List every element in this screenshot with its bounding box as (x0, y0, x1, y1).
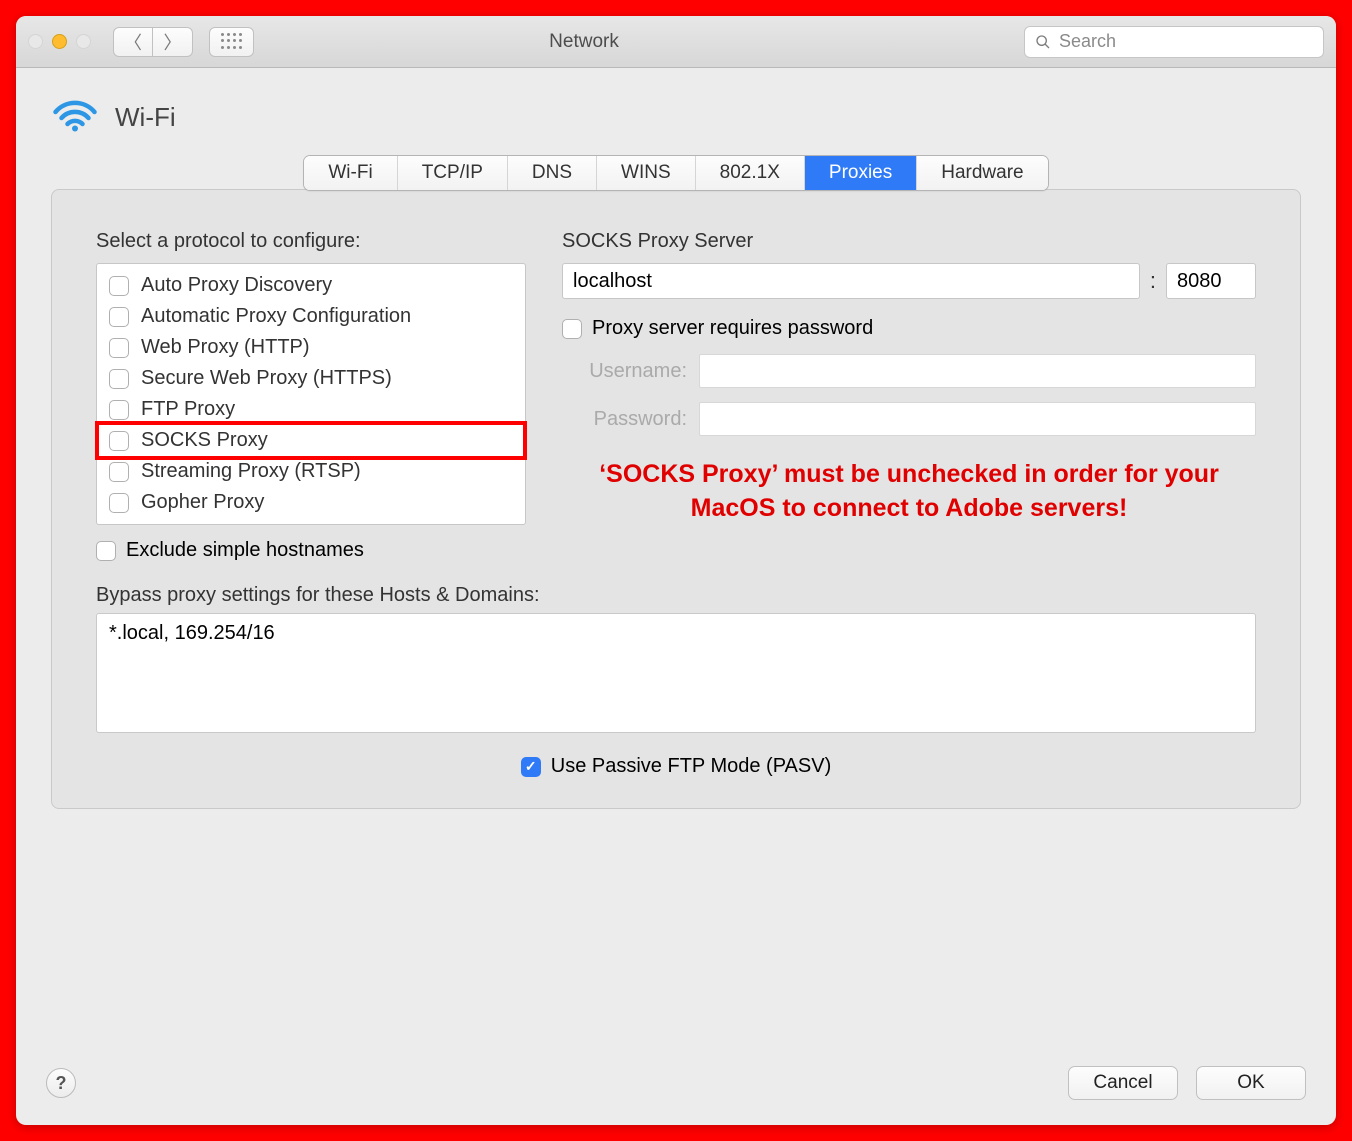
proxy-port-input[interactable]: 8080 (1166, 263, 1256, 299)
close-window-button[interactable] (28, 34, 43, 49)
protocol-list: Auto Proxy Discovery Automatic Proxy Conf… (96, 263, 526, 525)
exclude-hostnames-checkbox[interactable] (96, 541, 116, 561)
tab-proxies[interactable]: Proxies (805, 156, 917, 190)
protocol-checkbox[interactable] (109, 276, 129, 296)
minimize-window-button[interactable] (52, 34, 67, 49)
bypass-input[interactable]: *.local, 169.254/16 (96, 613, 1256, 733)
protocol-checkbox[interactable] (109, 431, 129, 451)
proxies-pane: Select a protocol to configure: Auto Pro… (51, 189, 1301, 809)
search-placeholder: Search (1059, 31, 1116, 52)
tab-dns[interactable]: DNS (508, 156, 597, 190)
protocol-label: SOCKS Proxy (141, 429, 268, 452)
annotation-text: ‘SOCKS Proxy’ must be unchecked in order… (562, 458, 1256, 526)
protocol-item-auto-proxy-discovery[interactable]: Auto Proxy Discovery (97, 270, 525, 301)
protocol-label: FTP Proxy (141, 398, 235, 421)
protocol-checkbox[interactable] (109, 307, 129, 327)
protocol-item-ftp-proxy[interactable]: FTP Proxy (97, 394, 525, 425)
protocol-checkbox[interactable] (109, 338, 129, 358)
search-icon (1035, 34, 1051, 50)
back-button[interactable]: 〈 (113, 27, 153, 57)
titlebar: 〈 〉 Network Search (16, 16, 1336, 68)
section-title: Wi-Fi (115, 102, 176, 133)
pasv-label: Use Passive FTP Mode (PASV) (551, 755, 831, 778)
protocol-checkbox[interactable] (109, 400, 129, 420)
tab-wi-fi[interactable]: Wi-Fi (304, 156, 397, 190)
protocol-label: Web Proxy (HTTP) (141, 336, 310, 359)
protocol-checkbox[interactable] (109, 493, 129, 513)
tab-hardware[interactable]: Hardware (917, 156, 1047, 190)
window-title: Network (154, 31, 1014, 53)
zoom-window-button[interactable] (76, 34, 91, 49)
requires-password-checkbox[interactable] (562, 319, 582, 339)
username-label: Username: (562, 360, 687, 383)
protocol-checkbox[interactable] (109, 369, 129, 389)
tab-802-1x[interactable]: 802.1X (696, 156, 805, 190)
protocol-item-gopher-proxy[interactable]: Gopher Proxy (97, 487, 525, 518)
username-input[interactable] (699, 354, 1256, 388)
password-label: Password: (562, 408, 687, 431)
help-button[interactable]: ? (46, 1068, 76, 1098)
footer: ? Cancel OK (16, 1056, 1336, 1125)
section-header: Wi-Fi (51, 96, 1301, 139)
tab-bar: Wi-FiTCP/IPDNSWINS802.1XProxiesHardware (303, 155, 1048, 191)
host-port-separator: : (1150, 268, 1156, 294)
content-area: Wi-Fi Wi-FiTCP/IPDNSWINS802.1XProxiesHar… (16, 68, 1336, 1056)
protocol-select-label: Select a protocol to configure: (96, 230, 526, 253)
requires-password-label: Proxy server requires password (592, 317, 873, 340)
tab-wins[interactable]: WINS (597, 156, 696, 190)
tab-tcp-ip[interactable]: TCP/IP (398, 156, 508, 190)
protocol-item-automatic-proxy-configuration[interactable]: Automatic Proxy Configuration (97, 301, 525, 332)
protocol-item-socks-proxy[interactable]: SOCKS Proxy (97, 425, 525, 456)
protocol-item-web-proxy-http-[interactable]: Web Proxy (HTTP) (97, 332, 525, 363)
protocol-label: Auto Proxy Discovery (141, 274, 332, 297)
proxy-host-input[interactable]: localhost (562, 263, 1140, 299)
exclude-hostnames-label: Exclude simple hostnames (126, 539, 364, 562)
chevron-left-icon: 〈 (124, 29, 142, 55)
cancel-button[interactable]: Cancel (1068, 1066, 1178, 1100)
protocol-label: Secure Web Proxy (HTTPS) (141, 367, 392, 390)
wifi-icon (51, 96, 99, 139)
preferences-window: 〈 〉 Network Search (16, 16, 1336, 1125)
protocol-item-streaming-proxy-rtsp-[interactable]: Streaming Proxy (RTSP) (97, 456, 525, 487)
protocol-label: Automatic Proxy Configuration (141, 305, 411, 328)
protocol-item-secure-web-proxy-https-[interactable]: Secure Web Proxy (HTTPS) (97, 363, 525, 394)
protocol-checkbox[interactable] (109, 462, 129, 482)
pasv-checkbox[interactable] (521, 757, 541, 777)
bypass-label: Bypass proxy settings for these Hosts & … (96, 584, 1256, 607)
window-controls (28, 34, 91, 49)
proxy-server-label: SOCKS Proxy Server (562, 230, 1256, 253)
protocol-label: Gopher Proxy (141, 491, 264, 514)
ok-button[interactable]: OK (1196, 1066, 1306, 1100)
protocol-label: Streaming Proxy (RTSP) (141, 460, 361, 483)
search-input[interactable]: Search (1024, 26, 1324, 58)
password-input[interactable] (699, 402, 1256, 436)
